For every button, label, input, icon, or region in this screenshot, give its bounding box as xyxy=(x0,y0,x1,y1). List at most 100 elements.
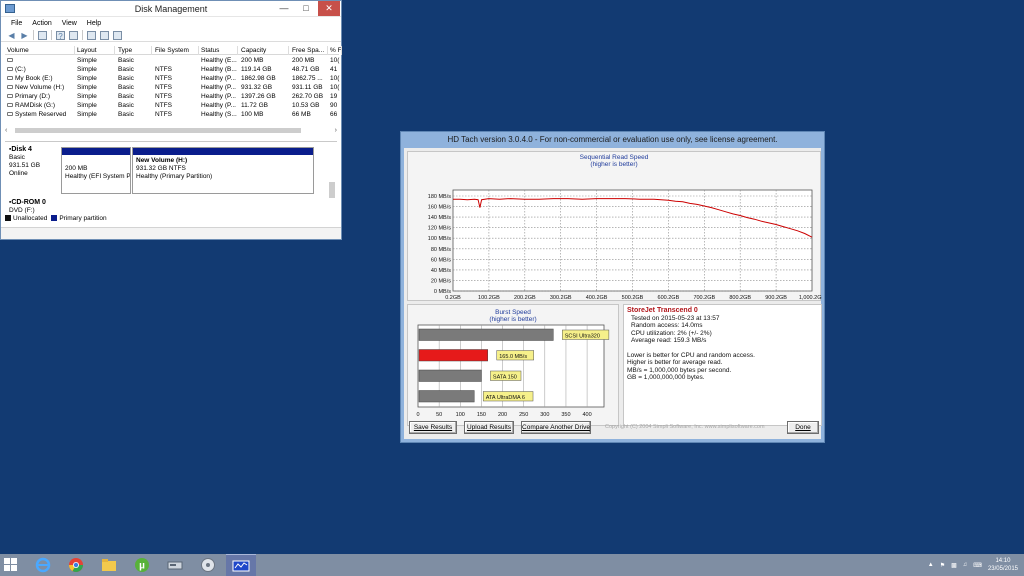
col-free-space[interactable]: Free Spa... xyxy=(292,46,328,55)
start-button-icon[interactable] xyxy=(4,558,18,572)
average-read: Average read: 159.3 MB/s xyxy=(631,337,707,344)
chrome-icon[interactable] xyxy=(61,554,91,576)
close-icon[interactable]: ✕ xyxy=(318,1,340,16)
file-explorer-icon[interactable] xyxy=(94,554,124,576)
menu-view[interactable]: View xyxy=(58,20,81,27)
status-cell: Healthy (P... xyxy=(201,75,236,82)
taskbar: µ ▲ ⚑ ▩ ♫ ⌨ 14:10 23/05/2015 xyxy=(0,554,1024,576)
properties-icon[interactable] xyxy=(69,30,78,40)
layout-cell: Simple xyxy=(77,93,97,100)
partition-bar xyxy=(62,148,130,155)
volume-name: My Book (E:) xyxy=(15,75,53,82)
col-capacity[interactable]: Capacity xyxy=(241,46,289,55)
export-icon[interactable] xyxy=(113,30,122,40)
seq-x-tick-label: 200.2GB xyxy=(514,295,536,301)
volume-icon[interactable]: ♫ xyxy=(963,562,968,568)
burst-chart-svg: 0 50 100 150 200 250 300 350 400SCSI Ultra320165… xyxy=(416,324,610,418)
volume-icon xyxy=(7,112,13,117)
note-higher-better: Higher is better for average read. xyxy=(627,359,723,366)
forward-arrow-icon[interactable]: ▶ xyxy=(20,31,29,40)
status-cell: Healthy (P... xyxy=(201,102,236,109)
type-cell: Basic xyxy=(118,93,134,100)
table-row[interactable]: New Volume (H:) Simple Basic NTFS Health… xyxy=(5,83,339,92)
table-row[interactable]: (C:) Simple Basic NTFS Healthy (B... 119… xyxy=(5,65,339,74)
dm-menubar: File Action View Help xyxy=(1,18,341,29)
system-tray: ▲ ⚑ ▩ ♫ ⌨ 14:10 23/05/2015 xyxy=(928,554,1018,576)
dm-statusbar xyxy=(1,227,341,239)
cdrom-label[interactable]: ▪CD-ROM 0 DVD (F:) xyxy=(9,199,61,215)
done-button[interactable]: Done xyxy=(787,421,819,434)
hdtach-icon[interactable] xyxy=(226,554,256,576)
clock[interactable]: 14:10 23/05/2015 xyxy=(988,557,1018,573)
scroll-right-icon[interactable]: › xyxy=(335,126,337,135)
cpu-utilization: CPU utilization: 2% (+/- 2%) xyxy=(631,329,712,337)
volume-name: RAMDisk (G:) xyxy=(15,102,56,109)
results-panel: StoreJet Transcend 0 Tested on 2015-05-2… xyxy=(623,304,822,426)
flag-icon[interactable]: ⚑ xyxy=(940,562,945,569)
internet-explorer-icon[interactable] xyxy=(28,554,58,576)
fs-cell: NTFS xyxy=(155,66,172,73)
table-row[interactable]: RAMDisk (G:) Simple Basic NTFS Healthy (… xyxy=(5,101,339,110)
table-row[interactable]: System Reserved Simple Basic NTFS Health… xyxy=(5,110,339,119)
scroll-left-icon[interactable]: ‹ xyxy=(5,126,7,135)
disk4-label[interactable]: ▪Disk 4 Basic 931.51 GB Online xyxy=(9,146,61,178)
burst-bar xyxy=(418,390,475,403)
hdtach-window[interactable]: HD Tach version 3.0.4.0 - For non-commer… xyxy=(400,131,825,443)
type-cell: Basic xyxy=(118,111,134,118)
table-row[interactable]: Simple Basic Healthy (E... 200 MB 200 MB… xyxy=(5,56,339,65)
dm-titlebar[interactable]: Disk Management — □ ✕ xyxy=(1,1,341,17)
copyright-text: Copyright (C) 2004 Simpli Software, Inc.… xyxy=(605,424,765,430)
compare-drive-button[interactable]: Compare Another Drive xyxy=(521,421,591,434)
status-cell: Healthy (S... xyxy=(201,111,237,118)
help-icon[interactable]: ? xyxy=(56,30,65,41)
new-volume-partition[interactable]: New Volume (H:) 931.32 GB NTFS Healthy (… xyxy=(132,147,314,194)
efi-partition[interactable]: 200 MB Healthy (EFI System P xyxy=(61,147,131,194)
rescan-icon[interactable] xyxy=(100,30,109,40)
dm-toolbar: ◀ ▶ ? xyxy=(1,29,341,42)
capacity-cell: 1397.26 GB xyxy=(241,93,276,100)
fs-cell: NTFS xyxy=(155,75,172,82)
utorrent-icon[interactable]: µ xyxy=(127,554,157,576)
table-row[interactable]: My Book (E:) Simple Basic NTFS Healthy (… xyxy=(5,74,339,83)
seq-x-tick-label: 800.2GB xyxy=(729,295,751,301)
col-percent-free[interactable]: % F xyxy=(330,46,342,55)
volume-cell: New Volume (H:) xyxy=(7,83,75,92)
horizontal-scrollbar[interactable]: ‹ › xyxy=(5,126,337,135)
col-type[interactable]: Type xyxy=(118,46,152,55)
network-icon[interactable]: ▩ xyxy=(951,562,957,569)
disk-management-icon[interactable] xyxy=(160,554,190,576)
hdtune-icon[interactable] xyxy=(193,554,223,576)
minimize-icon[interactable]: — xyxy=(273,1,295,16)
burst-bar xyxy=(418,369,482,382)
table-row[interactable]: Primary (D:) Simple Basic NTFS Healthy (… xyxy=(5,92,339,101)
menu-help[interactable]: Help xyxy=(83,20,105,27)
disk-management-window[interactable]: Disk Management — □ ✕ File Action View H… xyxy=(0,0,342,240)
show-hidden-icons-icon[interactable]: ▲ xyxy=(928,562,934,568)
upload-results-button[interactable]: Upload Results xyxy=(464,421,514,434)
seq-y-tick-label: 140 MB/s xyxy=(428,215,451,221)
maximize-icon[interactable]: □ xyxy=(295,1,317,16)
col-file-system[interactable]: File System xyxy=(155,46,199,55)
disk4-name: ▪Disk 4 xyxy=(9,146,61,154)
volume-name: Primary (D:) xyxy=(15,93,51,100)
col-volume[interactable]: Volume xyxy=(7,46,75,55)
back-arrow-icon[interactable]: ◀ xyxy=(7,31,16,40)
legend-unallocated: Unallocated xyxy=(5,215,47,222)
keyboard-icon[interactable]: ⌨ xyxy=(973,562,982,569)
disk-graphical-view: ▪Disk 4 Basic 931.51 GB Online 200 MB He… xyxy=(5,141,337,226)
save-results-button[interactable]: Save Results xyxy=(409,421,457,434)
free-cell: 66 MB xyxy=(292,111,311,118)
col-status[interactable]: Status xyxy=(201,46,238,55)
refresh-icon[interactable] xyxy=(87,30,96,40)
free-cell: 200 MB xyxy=(292,57,315,64)
col-layout[interactable]: Layout xyxy=(77,46,115,55)
menu-file[interactable]: File xyxy=(7,20,26,27)
menu-action[interactable]: Action xyxy=(28,20,55,27)
scroll-thumb[interactable] xyxy=(15,128,301,133)
seq-y-tick-label: 160 MB/s xyxy=(428,205,451,211)
legend-swatch xyxy=(5,215,11,222)
disk4-name-text: Disk 4 xyxy=(11,146,32,153)
legend-primary: Primary partition xyxy=(51,215,107,222)
vertical-scroll-thumb[interactable] xyxy=(329,182,335,198)
console-icon[interactable] xyxy=(38,30,47,40)
